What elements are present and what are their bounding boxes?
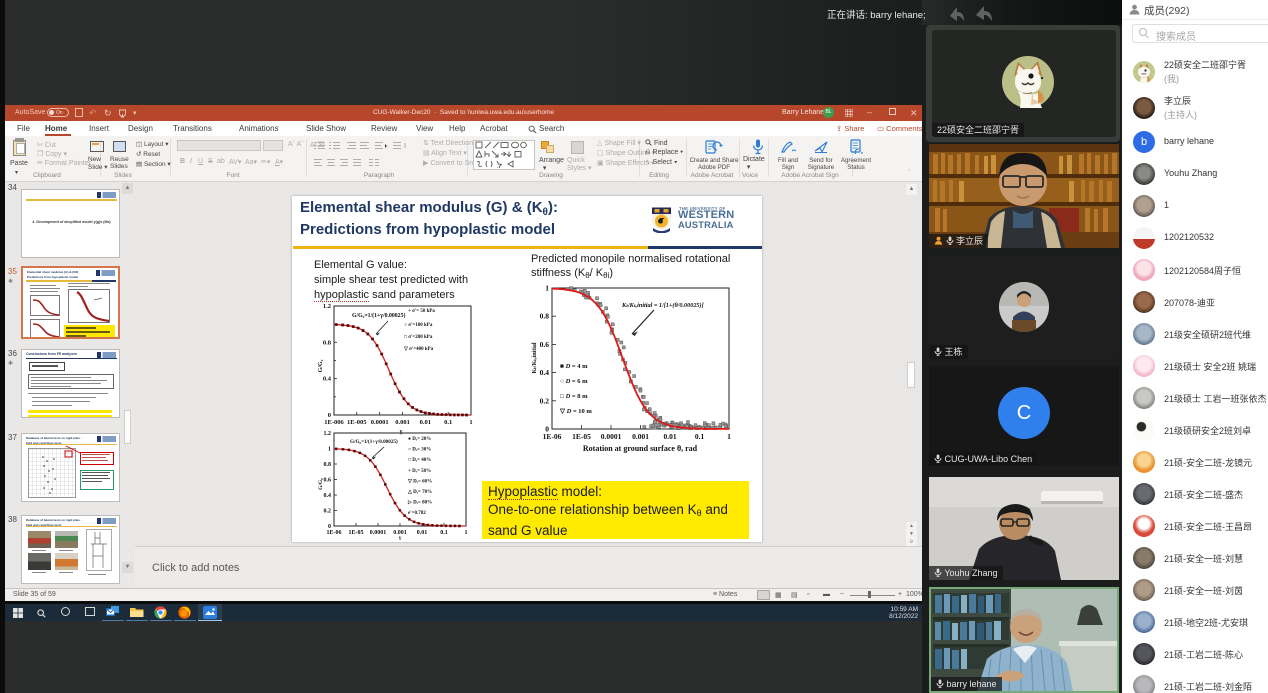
svg-text:▽ D = 10 m: ▽ D = 10 m <box>559 408 592 415</box>
svg-text:0: 0 <box>328 524 331 530</box>
svg-text:0.1: 0.1 <box>440 530 448 536</box>
svg-text:0.0001: 0.0001 <box>601 432 622 441</box>
svg-text:▷ Dᵣ= 80%: ▷ Dᵣ= 80% <box>407 500 432 506</box>
svg-text:1E-05: 1E-05 <box>349 530 364 536</box>
svg-text:1E-006: 1E-006 <box>324 419 344 426</box>
svg-text:0.2: 0.2 <box>324 509 332 515</box>
svg-text:G/G₀=1/(1+γ/0.00025): G/G₀=1/(1+γ/0.00025) <box>352 312 405 319</box>
svg-text:● Dᵣ= 20%: ● Dᵣ= 20% <box>408 437 431 442</box>
svg-text:0.001: 0.001 <box>632 432 649 441</box>
svg-text:○ Dᵣ= 30%: ○ Dᵣ= 30% <box>408 448 431 453</box>
svg-text:0.4: 0.4 <box>540 368 550 377</box>
svg-text:1E-05: 1E-05 <box>572 432 591 441</box>
svg-text:○ σ′=100 kPa: ○ σ′=100 kPa <box>404 323 433 328</box>
svg-text:G/G₀: G/G₀ <box>318 359 324 372</box>
svg-text:+ Dᵣ= 50%: + Dᵣ= 50% <box>408 469 431 474</box>
svg-text:1E-005: 1E-005 <box>347 419 367 426</box>
svg-text:0.6: 0.6 <box>324 478 332 484</box>
svg-text:1.2: 1.2 <box>324 431 332 437</box>
svg-text:1: 1 <box>727 432 731 441</box>
svg-text:1E-06: 1E-06 <box>327 530 342 536</box>
svg-text:1: 1 <box>465 530 468 536</box>
svg-text:0.01: 0.01 <box>420 419 431 426</box>
svg-text:γ: γ <box>398 535 402 540</box>
svg-text:0.8: 0.8 <box>540 312 550 321</box>
svg-text:Rotation at ground surface θ,: Rotation at ground surface θ, rad <box>583 444 698 453</box>
svg-text:1: 1 <box>328 447 331 453</box>
svg-text:0.01: 0.01 <box>663 432 676 441</box>
svg-text:0.4: 0.4 <box>323 376 332 383</box>
svg-text:0.6: 0.6 <box>540 340 550 349</box>
svg-text:Kₜ/Kₜ,initial = 1/[1+(θ/0.0002: Kₜ/Kₜ,initial = 1/[1+(θ/0.00025)] <box>621 302 704 309</box>
svg-text:0.0001: 0.0001 <box>371 419 389 426</box>
svg-text:□ D = 8 m: □ D = 8 m <box>560 393 588 400</box>
svg-text:0.8: 0.8 <box>323 339 332 346</box>
svg-text:0.1: 0.1 <box>444 419 452 426</box>
svg-text:e′=0.782: e′=0.782 <box>408 511 426 516</box>
svg-text:Kₜ/Kₜ,initial: Kₜ/Kₜ,initial <box>532 342 538 373</box>
svg-text:1: 1 <box>469 419 472 426</box>
svg-text:+ σ′= 50 kPa: + σ′= 50 kPa <box>408 309 435 314</box>
svg-text:G/G₀=1/(1+γ/0.00025): G/G₀=1/(1+γ/0.00025) <box>350 438 398 445</box>
svg-text:G/G₀: G/G₀ <box>318 478 324 490</box>
svg-text:0: 0 <box>545 425 549 434</box>
svg-text:▽ σ′=400 kPa: ▽ σ′=400 kPa <box>403 346 434 352</box>
svg-text:0.0001: 0.0001 <box>370 530 387 536</box>
svg-text:○ D = 6 m: ○ D = 6 m <box>560 378 588 385</box>
svg-text:0.1: 0.1 <box>695 432 705 441</box>
svg-text:0.01: 0.01 <box>417 530 428 536</box>
svg-text:0.8: 0.8 <box>324 462 332 468</box>
svg-text:■ D = 4 m: ■ D = 4 m <box>560 363 588 370</box>
svg-text:0.001: 0.001 <box>395 419 410 426</box>
svg-text:1.2: 1.2 <box>323 303 331 310</box>
svg-text:□ Dᵣ= 40%: □ Dᵣ= 40% <box>408 458 431 463</box>
svg-text:1: 1 <box>545 284 549 293</box>
svg-text:□ σ′=200 kPa: □ σ′=200 kPa <box>404 335 433 340</box>
svg-text:0.2: 0.2 <box>540 396 550 405</box>
svg-text:△ Dᵣ= 70%: △ Dᵣ= 70% <box>407 489 432 495</box>
svg-text:▽ Dᵣ= 60%: ▽ Dᵣ= 60% <box>407 478 432 484</box>
svg-text:0: 0 <box>328 412 331 419</box>
svg-text:0.4: 0.4 <box>324 493 332 499</box>
